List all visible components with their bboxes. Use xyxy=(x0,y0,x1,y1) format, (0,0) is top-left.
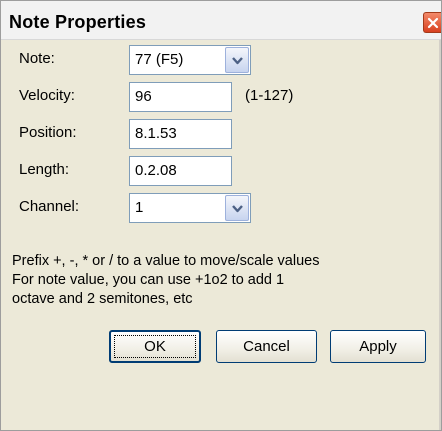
length-label: Length: xyxy=(19,161,70,178)
title-bar[interactable]: Note Properties xyxy=(1,1,441,40)
position-input[interactable]: 8.1.53 xyxy=(129,119,232,149)
velocity-range-hint: (1-127) xyxy=(245,87,294,104)
apply-button-label: Apply xyxy=(359,338,397,355)
note-value: 77 (F5) xyxy=(135,51,184,68)
note-label: Note: xyxy=(19,50,55,67)
dialog-title: Note Properties xyxy=(9,12,147,32)
help-text: Prefix +, -, * or / to a value to move/s… xyxy=(12,252,437,309)
help-line-1: Prefix +, -, * or / to a value to move/s… xyxy=(12,253,320,269)
chevron-down-icon xyxy=(232,57,243,65)
close-icon xyxy=(427,17,439,29)
window-border xyxy=(439,40,441,430)
cancel-button-label: Cancel xyxy=(243,338,290,355)
ok-button[interactable]: OK xyxy=(109,330,201,363)
help-line-2: For note value, you can use +1o2 to add … xyxy=(12,272,285,288)
position-label: Position: xyxy=(19,124,77,141)
focus-indicator xyxy=(114,335,196,358)
dialog-body: Note: 77 (F5) Velocity: 96 (1-127) Posit… xyxy=(1,40,441,430)
channel-value: 1 xyxy=(135,199,144,216)
velocity-label: Velocity: xyxy=(19,87,75,104)
cancel-button[interactable]: Cancel xyxy=(216,330,317,363)
chevron-down-icon xyxy=(232,205,243,213)
channel-label: Channel: xyxy=(19,198,80,215)
close-button[interactable] xyxy=(423,12,441,33)
note-dropdown[interactable]: 77 (F5) xyxy=(129,45,251,75)
channel-dropdown-button[interactable] xyxy=(225,195,249,221)
note-dropdown-button[interactable] xyxy=(225,47,249,73)
note-properties-dialog: Note Properties Note: 77 (F5) Velocity: … xyxy=(0,0,442,431)
length-input[interactable]: 0.2.08 xyxy=(129,156,232,186)
channel-dropdown[interactable]: 1 xyxy=(129,193,251,223)
velocity-input[interactable]: 96 xyxy=(129,82,232,112)
help-line-3: octave and 2 semitones, etc xyxy=(12,291,193,307)
apply-button[interactable]: Apply xyxy=(330,330,426,363)
